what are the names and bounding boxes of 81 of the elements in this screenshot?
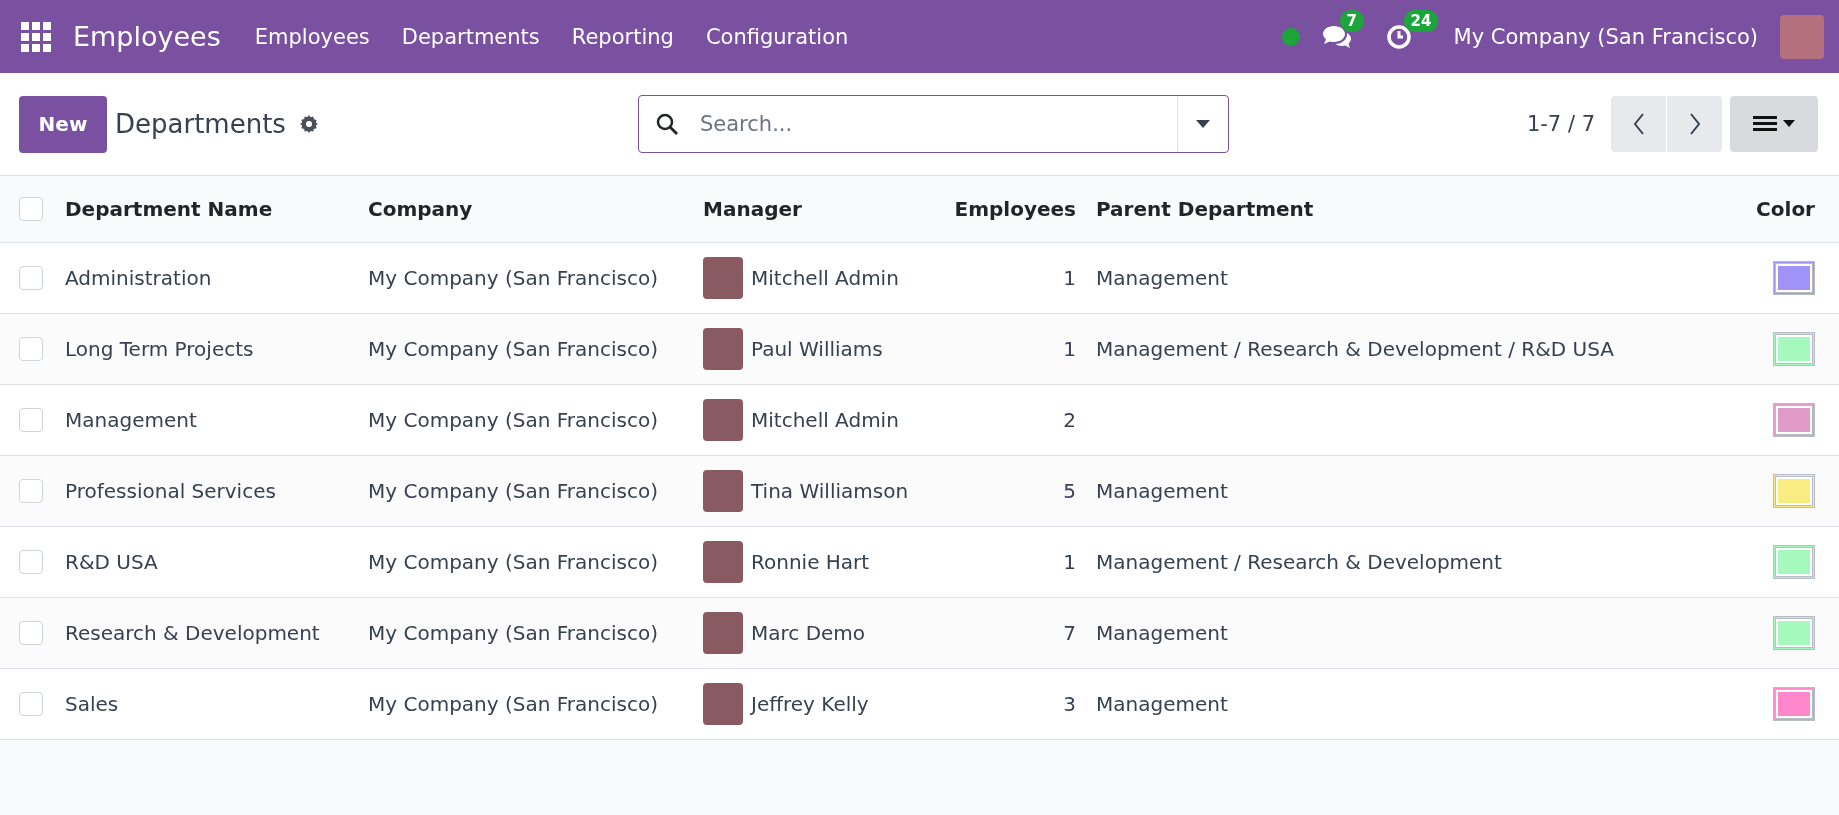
parent-department: Management (1096, 478, 1228, 503)
employee-count: 3 (1063, 691, 1076, 716)
select-all-checkbox[interactable] (19, 196, 43, 221)
column-header[interactable]: Color (1756, 196, 1815, 221)
column-header[interactable]: Employees (954, 196, 1076, 221)
breadcrumb-title: Departments (115, 109, 286, 139)
employee-count: 5 (1063, 478, 1076, 503)
search-icon (655, 112, 679, 136)
search-input[interactable]: Search... (698, 111, 1177, 137)
employee-count: 2 (1063, 407, 1076, 432)
app-name[interactable]: Employees (73, 21, 221, 52)
parent-department: Management / Research & Development (1096, 549, 1502, 574)
manager-name: Mitchell Admin (751, 265, 899, 290)
next-page-button[interactable] (1667, 96, 1722, 152)
employee-count: 1 (1063, 336, 1076, 361)
activity-count-badge: 24 (1403, 9, 1439, 32)
row-checkbox[interactable] (19, 336, 43, 361)
menu-item[interactable]: Configuration (689, 24, 865, 49)
app-grid-icon[interactable] (21, 21, 51, 52)
department-name: Sales (65, 691, 119, 716)
manager-name: Ronnie Hart (751, 549, 870, 574)
row-checkbox[interactable] (19, 620, 43, 645)
manager-name: Jeffrey Kelly (751, 691, 869, 716)
row-checkbox[interactable] (19, 478, 43, 503)
department-name: R&D USA (65, 549, 158, 574)
department-name: Long Term Projects (65, 336, 254, 361)
online-status-icon (1281, 27, 1300, 46)
department-name: Management (65, 407, 197, 432)
row-checkbox[interactable] (19, 549, 43, 574)
employee-count: 7 (1063, 620, 1076, 645)
row-checkbox[interactable] (19, 407, 43, 432)
manager-name: Marc Demo (751, 620, 866, 645)
caret-icon (1196, 120, 1210, 128)
parent-department: Management (1096, 265, 1228, 290)
parent-department: Management (1096, 620, 1228, 645)
avatar-placeholder (703, 398, 743, 441)
avatar-placeholder (703, 540, 743, 583)
manager-name: Paul Williams (751, 336, 883, 361)
department-name: Professional Services (65, 478, 276, 503)
chevron-left-icon (1632, 113, 1645, 135)
company-name: My Company (San Francisco) (368, 407, 658, 432)
row-checkbox[interactable] (19, 691, 43, 716)
employee-count: 1 (1063, 265, 1076, 290)
company-name: My Company (San Francisco) (368, 478, 658, 503)
column-header[interactable]: Company (368, 196, 473, 221)
menu-item[interactable]: Reporting (555, 24, 690, 49)
company-switcher[interactable]: My Company (San Francisco) (1453, 24, 1758, 49)
clock-icon[interactable] (1385, 23, 1412, 50)
user-avatar[interactable] (1780, 14, 1824, 59)
company-name: My Company (San Francisco) (368, 265, 658, 290)
menu-item[interactable]: Departments (385, 24, 556, 49)
avatar-placeholder (703, 469, 743, 512)
avatar-placeholder (703, 682, 743, 725)
search-field[interactable]: Search... (638, 95, 1229, 153)
row-checkbox[interactable] (19, 265, 43, 290)
new-button[interactable]: New (19, 95, 107, 153)
list-icon (1753, 115, 1795, 133)
manager-name: Tina Williamson (751, 478, 909, 503)
avatar-placeholder (703, 611, 743, 654)
column-header[interactable]: Department Name (65, 196, 273, 221)
avatar-placeholder (703, 256, 743, 299)
company-name: My Company (San Francisco) (368, 336, 658, 361)
company-name: My Company (San Francisco) (368, 549, 658, 574)
avatar-placeholder (703, 327, 743, 370)
menu-item[interactable]: Employees (238, 24, 386, 49)
previous-page-button[interactable] (1611, 96, 1666, 152)
company-name: My Company (San Francisco) (368, 620, 658, 645)
settings-icon[interactable] (298, 114, 319, 134)
pager-value[interactable]: 1-7 / 7 (1526, 112, 1595, 136)
column-header[interactable]: Manager (703, 196, 802, 221)
parent-department: Management (1096, 691, 1228, 716)
department-name: Research & Development (65, 620, 320, 645)
column-header[interactable]: Parent Department (1096, 196, 1314, 221)
department-name: Administration (65, 265, 212, 290)
employee-count: 1 (1063, 549, 1076, 574)
manager-name: Mitchell Admin (751, 407, 899, 432)
parent-department: Management / Research & Development / R&D USA (1096, 336, 1614, 361)
list-view-button[interactable] (1730, 96, 1818, 152)
message-count-badge: 7 (1339, 9, 1364, 32)
chevron-right-icon (1688, 113, 1701, 135)
company-name: My Company (San Francisco) (368, 691, 658, 716)
